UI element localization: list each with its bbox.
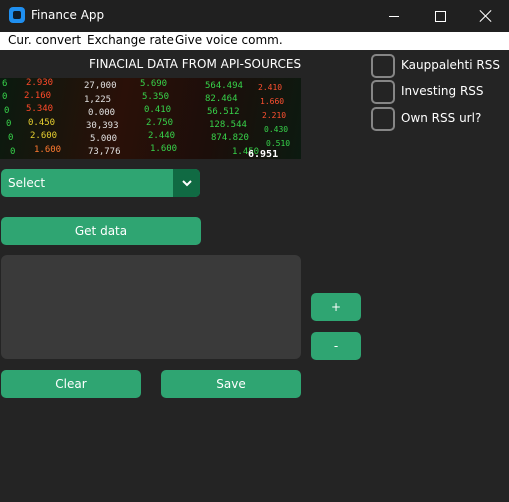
clear-button[interactable]: Clear [1,370,141,398]
ticker-number: 56.512 [207,107,240,117]
ticker-number: 0.430 [264,125,288,134]
decrease-button[interactable]: - [311,332,361,360]
ticker-number: 1.600 [150,144,177,154]
maximize-button[interactable] [417,0,463,32]
ticker-number: 1.660 [260,97,284,106]
select-value: Select [8,176,46,190]
minimize-button[interactable] [371,0,417,32]
checkbox-label: Own RSS url? [401,111,482,125]
checkbox[interactable] [371,80,395,104]
close-button[interactable] [463,0,509,32]
ticker-number: 0 [2,92,7,102]
ticker-number: 0.000 [88,108,115,118]
ticker-number: 0.450 [28,118,55,128]
title-bar[interactable]: Finance App [0,0,509,32]
ticker-number: 564.494 [205,81,243,91]
dropdown-toggle[interactable] [173,169,200,197]
source-select[interactable]: Select [1,169,200,197]
ticker-bottom-value: 6.951 [248,149,278,159]
ticker-number: 2.750 [146,118,173,128]
ticker-number: 2.160 [24,91,51,101]
ticker-number: 5.350 [142,92,169,102]
stock-ticker-image: 6 2.930 2.160 5.340 0.450 2.600 1.600 0 … [0,78,301,159]
ticker-number: 5.000 [90,134,117,144]
checkbox[interactable] [371,107,395,131]
ticker-number: 1.600 [34,145,61,155]
ticker-number: 0.410 [144,105,171,115]
ticker-number: 6 [2,79,7,89]
ticker-number: 2.930 [26,78,53,88]
ticker-number: 0.510 [266,139,290,148]
output-textbox[interactable] [1,255,301,359]
ticker-number: 30,393 [86,121,119,131]
window-title: Finance App [31,8,105,22]
ticker-number: 2.210 [262,111,286,120]
menu-item-voice-command[interactable]: Give voice comm. [175,33,283,47]
ticker-number: 5.690 [140,79,167,89]
increase-button[interactable]: + [311,293,361,321]
save-button[interactable]: Save [161,370,301,398]
page-title: FINACIAL DATA FROM API-SOURCES [89,57,302,71]
ticker-number: 82.464 [205,94,238,104]
checkbox[interactable] [371,54,395,78]
menu-item-exchange-rate[interactable]: Exchange rate [87,33,174,47]
ticker-number: 128.544 [209,120,247,130]
ticker-number: 73,776 [88,147,121,157]
menu-item-currency-convert[interactable]: Cur. convert [8,33,81,47]
menu-bar: Cur. convert Exchange rate Give voice co… [0,32,509,50]
app-icon [9,7,25,23]
ticker-number: 874.820 [211,133,249,143]
chevron-down-icon [181,179,192,186]
ticker-number: 2.440 [148,131,175,141]
ticker-number: 1,225 [84,95,111,105]
ticker-number: 2.600 [30,131,57,141]
maximize-icon [434,10,446,22]
minimize-icon [389,15,399,17]
checkbox-label: Investing RSS [401,84,484,98]
get-data-button[interactable]: Get data [1,217,201,245]
ticker-number: 2.410 [258,83,282,92]
close-icon [480,10,492,22]
ticker-number: 0 [4,106,9,116]
ticker-number: 0 [10,147,15,157]
ticker-number: 0 [8,133,13,143]
ticker-number: 0 [6,119,11,129]
checkbox-label: Kauppalehti RSS [401,58,500,72]
app-window: Finance App Cur. convert Exchange rate G… [0,0,509,502]
ticker-number: 27,000 [84,81,117,91]
ticker-number: 5.340 [26,104,53,114]
